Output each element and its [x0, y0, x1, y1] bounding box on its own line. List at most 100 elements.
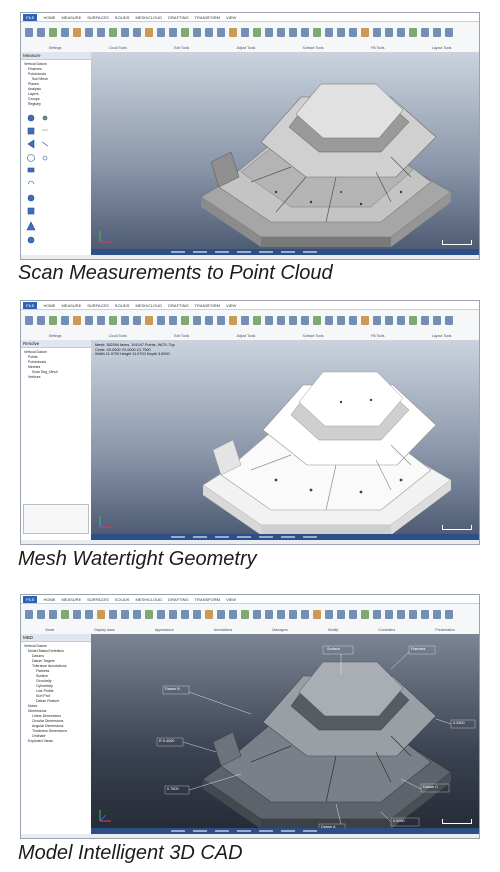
ribbon: Settings Cloud Tools Edit Tools Adjust T…: [21, 22, 479, 53]
menu-file[interactable]: FILE: [23, 301, 38, 309]
menu-bar: FILE HOME MEASURE SURFACES SOLIDS MESH/C…: [21, 595, 479, 604]
annotation-label[interactable]: Datum C: [423, 785, 438, 789]
menu-file[interactable]: FILE: [23, 595, 38, 603]
menu-solids[interactable]: SOLIDS: [115, 303, 130, 308]
menu-transform[interactable]: TRANSFORM: [195, 303, 220, 308]
axis-triad-icon: [99, 231, 111, 243]
annotation-label[interactable]: Surface: [327, 647, 340, 651]
tool-palette[interactable]: [23, 112, 53, 257]
menu-drafting[interactable]: DRAFTING: [168, 303, 188, 308]
ribbon-tools[interactable]: [25, 607, 475, 621]
ribbon-group-label: Layout Tools: [431, 46, 452, 50]
ribbon-group-label: Fill Tools: [370, 46, 385, 50]
menu-drafting[interactable]: DRAFTING: [168, 15, 188, 20]
menu-transform[interactable]: TRANSFORM: [195, 597, 220, 602]
menu-file[interactable]: FILE: [23, 13, 38, 21]
sidebar-mbd: MBD Vertical Datum Model Based Definitio…: [21, 634, 92, 834]
caption-scan: Scan Measurements to Point Cloud: [18, 262, 333, 284]
ribbon-group-label: Cloud Tools: [108, 334, 127, 338]
annotation-label[interactable]: 0.2500: [453, 721, 465, 725]
app-window-cad: FILE HOME MEASURE SURFACES SOLIDS MESH/C…: [20, 594, 480, 839]
point-cloud-model-icon: [200, 83, 452, 247]
caption-mesh: Mesh Watertight Geometry: [18, 548, 257, 570]
scale-bar: [442, 525, 472, 530]
ribbon-group-label: Controllers: [378, 628, 396, 632]
menu-solids[interactable]: SOLIDS: [115, 15, 130, 20]
annotation-label[interactable]: R 0.4000: [159, 739, 174, 743]
ribbon: Settings Cloud Tools Edit Tools Adjust T…: [21, 310, 479, 341]
scale-bar: [442, 240, 472, 245]
ribbon-group-label: Managers: [272, 628, 288, 632]
menu-solids[interactable]: SOLIDS: [115, 597, 130, 602]
ribbon-group-label: Fill Tools: [370, 334, 385, 338]
menu-view[interactable]: VIEW: [226, 15, 236, 20]
sidebar-title: Measure: [21, 52, 91, 60]
menu-surfaces[interactable]: SURFACES: [87, 597, 109, 602]
menu-transform[interactable]: TRANSFORM: [195, 15, 220, 20]
properties-box: [23, 504, 89, 534]
ribbon-group-label: Settings: [48, 46, 62, 50]
app-window-mesh: FILE HOME MEASURE SURFACES SOLIDS MESH/C…: [20, 300, 480, 545]
menu-bar: FILE HOME MEASURE SURFACES SOLIDS MESH/C…: [21, 13, 479, 22]
menu-bar: FILE HOME MEASURE SURFACES SOLIDS MESH/C…: [21, 301, 479, 310]
ribbon-group-label: Settings: [48, 334, 62, 338]
status-bar: [91, 534, 479, 540]
3d-viewport[interactable]: Mesh: 382094 faces, 191047 Points, WCS: …: [91, 340, 479, 540]
annotation-label[interactable]: Datum B: [165, 687, 180, 691]
menu-surfaces[interactable]: SURFACES: [87, 303, 109, 308]
sidebar-measure: Measure Vertical Datum Features Pointclo…: [21, 52, 92, 255]
ribbon-group-label: Edit Tools: [174, 334, 190, 338]
annotation-label[interactable]: Flatness: [411, 647, 425, 651]
readout-line: Width 11.9700 Height 11.9700 Depth 3.500…: [95, 352, 170, 357]
feature-tree: Vertical Datum Features Pointclouds Surf…: [21, 60, 91, 109]
tree-item[interactable]: Registry: [24, 102, 88, 107]
ribbon-group-label: Annotations: [213, 628, 233, 632]
ribbon-group-label: Adjust Tools: [236, 46, 256, 50]
tree-item[interactable]: Exploded Views: [24, 739, 88, 744]
ribbon-groups: Views Display class Appearance Annotatio…: [25, 628, 475, 632]
ribbon-tools[interactable]: [25, 25, 475, 39]
ribbon-group-label: Edit Tools: [174, 46, 190, 50]
ribbon-tools[interactable]: [25, 313, 475, 327]
menu-surfaces[interactable]: SURFACES: [87, 15, 109, 20]
caption-cad: Model Intelligent 3D CAD: [18, 842, 243, 864]
mesh-model-icon: [202, 371, 452, 535]
menu-mesh[interactable]: MESH/CLOUD: [135, 597, 162, 602]
ribbon-group-label: Surface Tools: [302, 334, 324, 338]
axis-triad-icon: [99, 810, 111, 822]
scale-bar: [442, 819, 472, 824]
menu-home[interactable]: HOME: [43, 303, 55, 308]
menu-mesh[interactable]: MESH/CLOUD: [135, 15, 162, 20]
ribbon-group-label: Cloud Tools: [108, 46, 127, 50]
measure-tools-icon[interactable]: [23, 112, 53, 252]
readout-line: Mesh: 382094 faces, 191047 Points, WCS: …: [95, 343, 175, 347]
annotation-label[interactable]: 0.0050: [393, 819, 405, 823]
status-bar: [91, 249, 479, 255]
menu-drafting[interactable]: DRAFTING: [168, 597, 188, 602]
3d-viewport[interactable]: Datum B Surface Flatness 0.2500 R 0.4000…: [91, 634, 479, 834]
ribbon-groups: Settings Cloud Tools Edit Tools Adjust T…: [25, 46, 475, 50]
annotation-label[interactable]: 0.7500: [167, 787, 179, 791]
menu-mesh[interactable]: MESH/CLOUD: [135, 303, 162, 308]
menu-measure[interactable]: MEASURE: [61, 15, 81, 20]
menu-home[interactable]: HOME: [43, 15, 55, 20]
ribbon-group-label: Display class: [94, 628, 115, 632]
mesh-info-readout: Mesh: 382094 faces, 191047 Points, WCS: …: [95, 343, 175, 357]
status-bar: [91, 828, 479, 834]
menu-measure[interactable]: MEASURE: [61, 303, 81, 308]
ribbon: Views Display class Appearance Annotatio…: [21, 604, 479, 635]
feature-tree: Vertical Datum Model Based Definition Da…: [21, 642, 91, 746]
tree-item[interactable]: Vertices: [24, 375, 88, 380]
ribbon-group-label: Appearance: [154, 628, 174, 632]
ribbon-group-label: Views: [45, 628, 55, 632]
sidebar-resolve: Resolve Vertical Datum Points Pointcloud…: [21, 340, 92, 540]
menu-measure[interactable]: MEASURE: [61, 597, 81, 602]
3d-viewport[interactable]: [91, 52, 479, 255]
ribbon-group-label: Layout Tools: [431, 334, 452, 338]
menu-view[interactable]: VIEW: [226, 303, 236, 308]
menu-home[interactable]: HOME: [43, 597, 55, 602]
ribbon-groups: Settings Cloud Tools Edit Tools Adjust T…: [25, 334, 475, 338]
menu-view[interactable]: VIEW: [226, 597, 236, 602]
sidebar-title: MBD: [21, 634, 91, 642]
axis-triad-icon: [99, 516, 111, 528]
